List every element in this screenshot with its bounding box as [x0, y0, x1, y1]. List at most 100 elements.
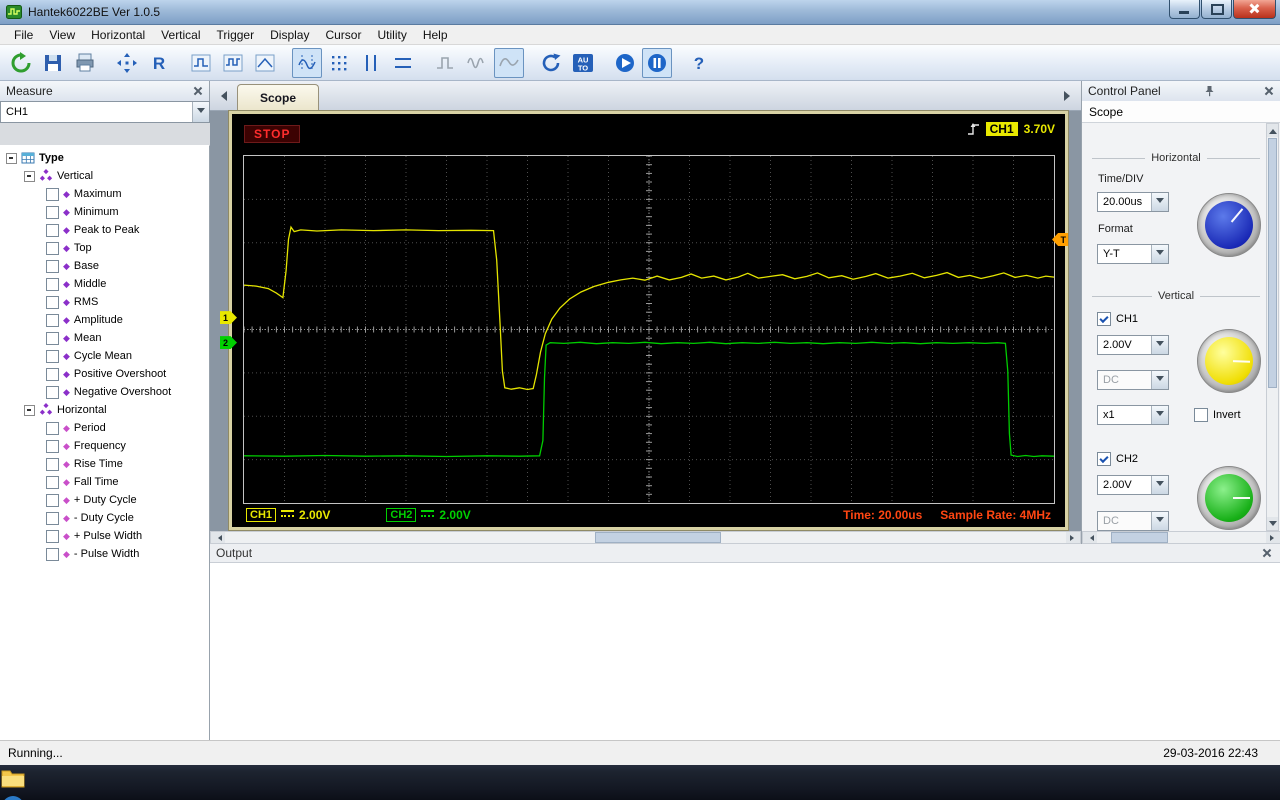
measure-channel-select[interactable]: CH1 — [0, 101, 210, 123]
menu-horizontal[interactable]: Horizontal — [83, 26, 153, 44]
control-panel-hscrollbar[interactable] — [1082, 531, 1280, 544]
tree-item--pulse-width[interactable]: ◆ + Pulse Width — [0, 527, 209, 545]
tree-item-rise-time[interactable]: ◆ Rise Time — [0, 455, 209, 473]
measure-item-checkbox[interactable] — [46, 349, 59, 363]
tree-node-vertical[interactable]: Vertical — [0, 167, 209, 185]
close-button[interactable] — [1233, 0, 1276, 19]
window-titlebar[interactable]: Hantek6022BE Ver 1.0.5 — [0, 0, 1280, 25]
minimize-button[interactable] — [1169, 0, 1200, 19]
measure-item-checkbox[interactable] — [46, 259, 59, 273]
step-wave-icon[interactable] — [430, 48, 460, 78]
scroll-left-icon[interactable] — [211, 532, 225, 543]
measure-item-checkbox[interactable] — [46, 295, 59, 309]
self-calibration-icon[interactable] — [112, 48, 142, 78]
sine-wave-icon[interactable] — [462, 48, 492, 78]
tree-item--duty-cycle[interactable]: ◆ - Duty Cycle — [0, 509, 209, 527]
ch2-enable-checkbox[interactable] — [1097, 452, 1111, 466]
tree-item--duty-cycle[interactable]: ◆ + Duty Cycle — [0, 491, 209, 509]
run-icon[interactable] — [610, 48, 640, 78]
save-icon[interactable] — [38, 48, 68, 78]
ch2-coupling-select[interactable]: DC — [1097, 511, 1169, 531]
measure-item-checkbox[interactable] — [46, 529, 59, 543]
tree-expander-icon[interactable] — [24, 170, 35, 182]
tree-item-minimum[interactable]: ◆ Minimum — [0, 203, 209, 221]
tree-item-middle[interactable]: ◆ Middle — [0, 275, 209, 293]
cursor-measure-icon[interactable] — [292, 47, 322, 78]
measure-item-checkbox[interactable] — [46, 331, 59, 345]
measure-item-checkbox[interactable] — [46, 493, 59, 507]
measure-item-checkbox[interactable] — [46, 223, 59, 237]
ramp-wave-icon[interactable] — [250, 48, 280, 78]
measure-item-checkbox[interactable] — [46, 385, 59, 399]
tree-expander-icon[interactable] — [6, 152, 17, 164]
scroll-up-icon[interactable] — [1267, 124, 1278, 137]
measure-close-icon[interactable] — [191, 84, 205, 98]
ch1-position-knob[interactable] — [1197, 329, 1261, 393]
menu-cursor[interactable]: Cursor — [317, 26, 369, 44]
vertical-cursors-icon[interactable] — [356, 48, 386, 78]
tab-scope[interactable]: Scope — [237, 84, 319, 111]
measure-item-checkbox[interactable] — [46, 511, 59, 525]
ch2-position-knob[interactable] — [1197, 466, 1261, 530]
tree-item-top[interactable]: ◆ Top — [0, 239, 209, 257]
record-icon[interactable]: R — [144, 48, 174, 78]
measure-item-checkbox[interactable] — [46, 421, 59, 435]
acquire-start-icon[interactable] — [6, 48, 36, 78]
scroll-left-icon[interactable] — [1083, 532, 1097, 543]
measure-item-checkbox[interactable] — [46, 367, 59, 381]
ch1-invert-checkbox[interactable] — [1194, 408, 1208, 422]
ch2-volts-select[interactable]: 2.00V — [1097, 475, 1169, 495]
menu-view[interactable]: View — [41, 26, 83, 44]
control-panel-vscrollbar[interactable] — [1266, 123, 1279, 531]
taskbar-media-player[interactable] — [0, 794, 1280, 800]
tree-item-frequency[interactable]: ◆ Frequency — [0, 437, 209, 455]
smooth-sine-wave-icon[interactable] — [494, 47, 524, 78]
ch1-volts-select[interactable]: 2.00V — [1097, 335, 1169, 355]
multi-square-wave-icon[interactable] — [218, 48, 248, 78]
menu-utility[interactable]: Utility — [369, 26, 414, 44]
tree-item-peak-to-peak[interactable]: ◆ Peak to Peak — [0, 221, 209, 239]
tree-item-fall-time[interactable]: ◆ Fall Time — [0, 473, 209, 491]
measure-item-checkbox[interactable] — [46, 241, 59, 255]
measure-item-checkbox[interactable] — [46, 547, 59, 561]
scroll-right-icon[interactable] — [1266, 532, 1280, 543]
format-select[interactable]: Y-T — [1097, 244, 1169, 264]
menu-trigger[interactable]: Trigger — [209, 26, 263, 44]
menu-display[interactable]: Display — [262, 26, 317, 44]
tree-node-type[interactable]: Type — [0, 149, 209, 167]
measure-item-checkbox[interactable] — [46, 457, 59, 471]
pause-icon[interactable] — [642, 47, 672, 78]
help-icon[interactable]: ? — [684, 48, 714, 78]
square-wave-icon[interactable] — [186, 48, 216, 78]
auto-set-icon[interactable]: AU TO — [568, 48, 598, 78]
tree-item-positive-overshoot[interactable]: ◆ Positive Overshoot — [0, 365, 209, 383]
tree-item-rms[interactable]: ◆ RMS — [0, 293, 209, 311]
tree-item-period[interactable]: ◆ Period — [0, 419, 209, 437]
tree-item-cycle-mean[interactable]: ◆ Cycle Mean — [0, 347, 209, 365]
taskbar-windows-explorer[interactable] — [0, 765, 1280, 794]
start-button[interactable] — [6, 767, 36, 797]
control-panel-close-icon[interactable] — [1262, 84, 1276, 98]
tree-item-negative-overshoot[interactable]: ◆ Negative Overshoot — [0, 383, 209, 401]
scroll-down-icon[interactable] — [1267, 517, 1278, 530]
scroll-right-icon[interactable] — [1066, 532, 1080, 543]
maximize-button[interactable] — [1201, 0, 1232, 19]
horizontal-position-knob[interactable] — [1197, 193, 1261, 257]
tree-item-amplitude[interactable]: ◆ Amplitude — [0, 311, 209, 329]
tree-item-base[interactable]: ◆ Base — [0, 257, 209, 275]
measure-item-checkbox[interactable] — [46, 439, 59, 453]
measure-item-checkbox[interactable] — [46, 205, 59, 219]
ch2-level-marker[interactable]: 2 — [220, 336, 237, 350]
ch1-coupling-select[interactable]: DC — [1097, 370, 1169, 390]
ch1-enable-checkbox[interactable] — [1097, 312, 1111, 326]
ch1-probe-select[interactable]: x1 — [1097, 405, 1169, 425]
horizontal-cursors-icon[interactable] — [388, 48, 418, 78]
print-icon[interactable] — [70, 48, 100, 78]
tree-item-maximum[interactable]: ◆ Maximum — [0, 185, 209, 203]
measure-item-checkbox[interactable] — [46, 277, 59, 291]
pin-icon[interactable] — [1204, 85, 1215, 97]
measure-item-checkbox[interactable] — [46, 313, 59, 327]
tab-scroll-right[interactable] — [1062, 88, 1077, 104]
menu-help[interactable]: Help — [415, 26, 456, 44]
tree-node-horizontal[interactable]: Horizontal — [0, 401, 209, 419]
